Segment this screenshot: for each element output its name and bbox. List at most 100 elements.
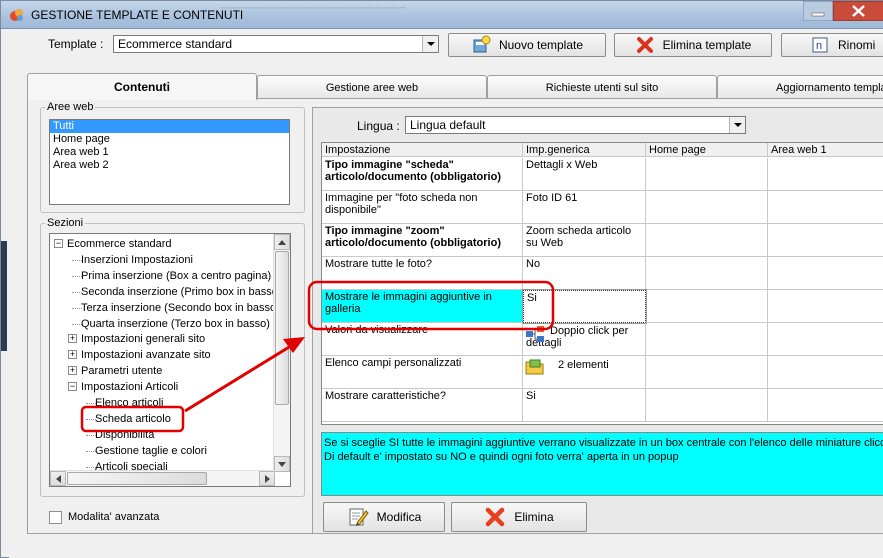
setting-value-cell[interactable]: Si <box>523 389 646 422</box>
setting-name-cell[interactable]: Immagine per "foto scheda non disponibil… <box>322 191 523 224</box>
tab-gestione-aree-web[interactable]: Gestione aree web <box>257 75 487 99</box>
collapse-icon[interactable]: − <box>68 382 77 392</box>
list-item[interactable]: Tutti <box>50 120 289 133</box>
title-bar[interactable]: GESTIONE TEMPLATE E CONTENUTI ──────────… <box>1 1 883 29</box>
rename-icon: n <box>812 37 828 53</box>
setting-name-cell[interactable]: Mostrare le immagini aggiuntive in galle… <box>322 290 523 323</box>
empty-cell[interactable] <box>646 389 768 422</box>
tree-item[interactable]: Seconda inserzione (Primo box in basso) <box>81 284 282 300</box>
empty-cell[interactable] <box>646 356 768 389</box>
tab-aggiornamento-template[interactable]: Aggiornamento templat <box>717 75 883 99</box>
tree-item[interactable]: Parametri utente <box>81 363 162 379</box>
scroll-right-icon[interactable] <box>259 471 275 486</box>
tree-horizontal-scrollbar[interactable] <box>50 470 275 486</box>
collapse-icon[interactable]: − <box>54 239 63 248</box>
setting-name-cell[interactable]: Valori da visualizzare <box>322 323 523 356</box>
empty-cell[interactable] <box>646 224 768 257</box>
scroll-down-icon[interactable] <box>274 456 290 472</box>
tab-label: Contenuti <box>114 80 170 94</box>
setting-name-cell[interactable]: Mostrare tutte le foto? <box>322 257 523 290</box>
close-icon[interactable] <box>833 1 883 21</box>
setting-value-cell[interactable]: 2 elementi <box>523 356 646 389</box>
chevron-down-icon[interactable] <box>729 117 745 133</box>
setting-value-cell[interactable]: Si <box>522 289 647 324</box>
empty-cell[interactable] <box>646 158 768 191</box>
sezioni-tree[interactable]: − Ecommerce standard Inserzioni Impostazio… <box>49 233 291 487</box>
scroll-thumb[interactable] <box>275 251 289 405</box>
modify-label: Modifica <box>376 510 422 524</box>
tree-item[interactable]: Ecommerce standard <box>67 236 172 252</box>
column-header[interactable]: Impostazione <box>322 143 523 157</box>
scroll-left-icon[interactable] <box>50 471 66 486</box>
expand-icon[interactable]: + <box>68 334 77 344</box>
delete-template-button[interactable]: Elimina template <box>614 33 772 57</box>
tree-item[interactable]: Scheda articolo <box>95 411 171 427</box>
setting-name-cell[interactable]: Tipo immagine "zoom" articolo/documento … <box>322 224 523 257</box>
tree-item[interactable]: Quarta inserzione (Terzo box in basso) <box>81 316 270 332</box>
setting-value-cell[interactable]: Zoom scheda articolo su Web <box>523 224 646 257</box>
sezioni-legend: Sezioni <box>47 217 84 229</box>
new-template-icon <box>473 35 491 53</box>
setting-value-cell[interactable]: Foto ID 61 <box>523 191 646 224</box>
description-line: Di default e' impostato su NO e quindi o… <box>324 451 679 463</box>
tree-item[interactable]: Terza inserzione (Secondo box in basso) <box>81 300 280 316</box>
list-item[interactable]: Home page <box>50 133 289 146</box>
empty-cell[interactable] <box>646 323 768 356</box>
expand-icon[interactable]: + <box>68 366 77 376</box>
empty-cell[interactable] <box>768 158 883 191</box>
setting-name-cell[interactable]: Mostrare caratteristiche? <box>322 389 523 422</box>
lingua-select[interactable]: Lingua default <box>405 116 746 134</box>
chevron-down-icon[interactable] <box>422 36 438 52</box>
tree-item[interactable]: Impostazioni avanzate sito <box>81 347 211 363</box>
aree-web-legend: Aree web <box>47 101 94 113</box>
empty-cell[interactable] <box>768 290 883 323</box>
setting-name-cell[interactable]: Tipo immagine "scheda" articolo/document… <box>322 158 523 191</box>
tree-item[interactable]: Prima inserzione (Box a centro pagina) <box>81 268 271 284</box>
list-item[interactable]: Area web 2 <box>50 159 289 172</box>
empty-cell[interactable] <box>768 191 883 224</box>
empty-cell[interactable] <box>768 323 883 356</box>
setting-name-cell[interactable]: Elenco campi personalizzati <box>322 356 523 389</box>
column-header[interactable]: Area web 1 <box>768 143 883 157</box>
tree-item[interactable]: Inserzioni Impostazioni <box>81 252 193 268</box>
delete-button[interactable]: Elimina <box>451 502 587 532</box>
aree-web-list[interactable]: Tutti Home page Area web 1 Area web 2 <box>49 119 290 205</box>
advanced-mode-label: Modalita' avanzata <box>68 511 160 523</box>
settings-grid[interactable]: Impostazione Imp.generica Home page Area we… <box>321 142 883 425</box>
template-select[interactable]: Ecommerce standard <box>113 35 439 53</box>
background-window-edge <box>1 241 7 351</box>
scroll-up-icon[interactable] <box>274 234 290 250</box>
hscroll-thumb[interactable] <box>67 472 207 485</box>
expand-icon[interactable]: + <box>68 350 77 360</box>
setting-value-cell[interactable]: No <box>523 257 646 290</box>
new-template-button[interactable]: Nuovo template <box>448 33 606 57</box>
tree-item[interactable]: Elenco articoli <box>95 395 163 411</box>
list-item[interactable]: Area web 1 <box>50 146 289 159</box>
empty-cell[interactable] <box>768 389 883 422</box>
setting-value-cell[interactable]: Doppio click per dettagli <box>523 323 646 356</box>
modify-button[interactable]: Modifica <box>323 502 445 532</box>
empty-cell[interactable] <box>768 356 883 389</box>
tree-item[interactable]: Gestione taglie e colori <box>95 443 207 459</box>
advanced-mode-checkbox[interactable] <box>49 511 62 524</box>
tree-vertical-scrollbar[interactable] <box>273 234 290 472</box>
tab-panel: Aree web Tutti Home page Area web 1 Area… <box>27 98 883 534</box>
red-x-icon <box>636 37 653 53</box>
column-header[interactable]: Home page <box>646 143 768 157</box>
empty-cell[interactable] <box>646 191 768 224</box>
rename-template-button[interactable]: n Rinomi <box>781 33 883 57</box>
tree-item[interactable]: Impostazioni Articoli <box>81 379 178 395</box>
tree-item[interactable]: Impostazioni generali sito <box>81 331 205 347</box>
column-header[interactable]: Imp.generica <box>523 143 646 157</box>
rename-template-label: Rinomi <box>838 38 876 52</box>
minimize-icon[interactable] <box>803 1 833 21</box>
empty-cell[interactable] <box>646 257 768 290</box>
empty-cell[interactable] <box>768 224 883 257</box>
empty-cell[interactable] <box>768 257 883 290</box>
empty-cell[interactable] <box>646 290 768 323</box>
setting-value-cell[interactable]: Dettagli x Web <box>523 158 646 191</box>
tab-contenuti[interactable]: Contenuti <box>27 73 257 100</box>
tab-richieste-utenti[interactable]: Richieste utenti sul sito <box>487 75 717 99</box>
client-area: Template : Ecommerce standard Nuovo temp… <box>9 29 883 558</box>
tree-item[interactable]: Disponibilità <box>95 427 154 443</box>
